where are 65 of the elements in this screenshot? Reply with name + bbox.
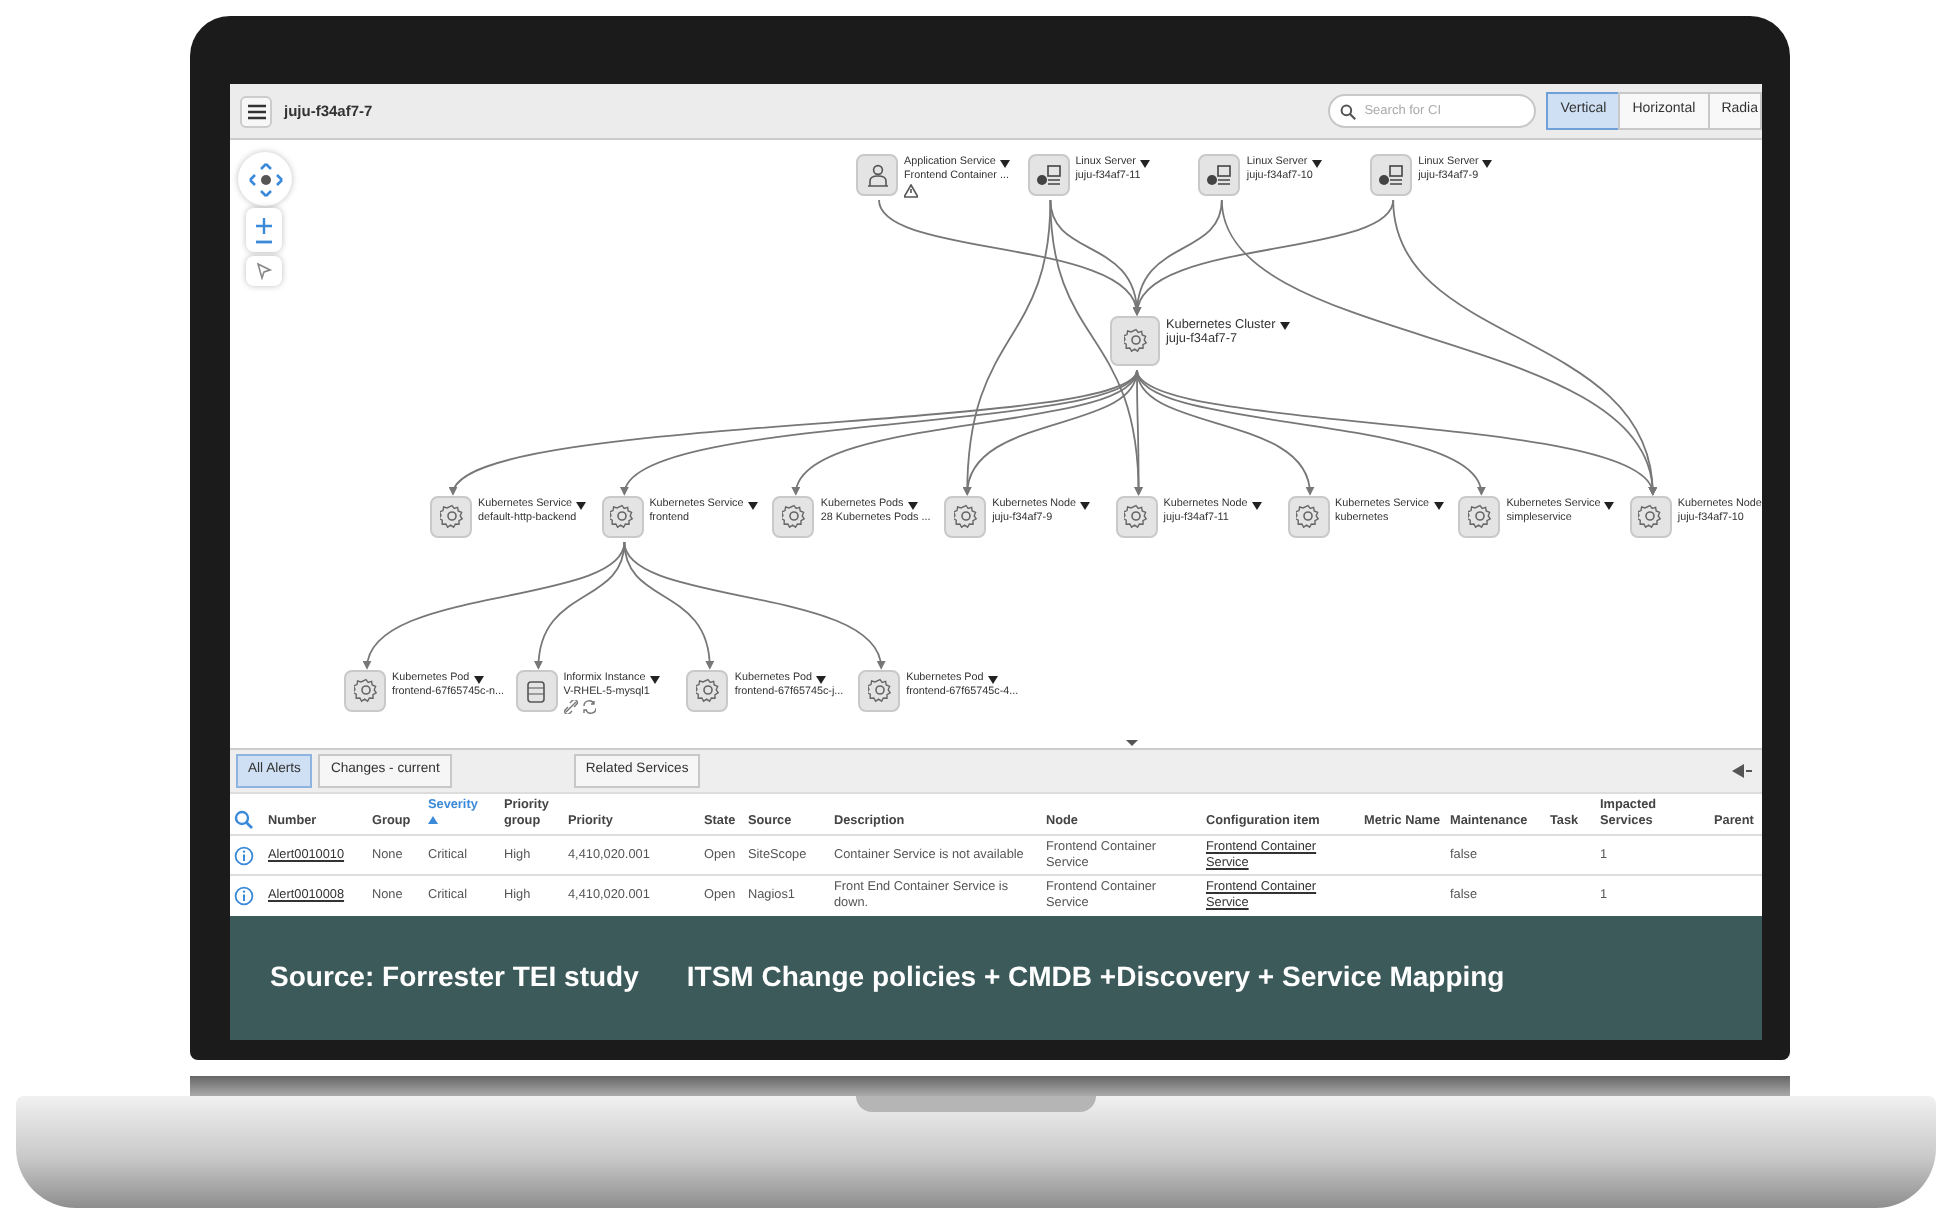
server-tile[interactable] (1027, 154, 1070, 196)
caret-icon (907, 501, 918, 509)
server-icon (1378, 163, 1405, 187)
select-tool-button[interactable] (246, 256, 282, 286)
caret-icon (999, 159, 1010, 167)
caret-icon (1279, 321, 1290, 329)
gear-tile[interactable] (1458, 496, 1501, 538)
gear-icon (867, 678, 892, 704)
menu-icon (247, 103, 265, 119)
gear-icon (1296, 504, 1320, 530)
caret-icon (1311, 159, 1322, 167)
caret-icon (1139, 159, 1150, 167)
caret-icon (1604, 501, 1615, 509)
caret-icon (747, 501, 758, 509)
gear-tile[interactable] (344, 670, 386, 712)
gear-tile[interactable] (858, 670, 901, 712)
gear-icon (1123, 328, 1147, 354)
info-icon (234, 845, 254, 865)
gear-icon (695, 678, 720, 704)
gear-tile[interactable] (1115, 496, 1158, 538)
pointer-icon (256, 262, 272, 280)
gear-icon (953, 504, 978, 530)
gear-tile[interactable] (1287, 496, 1329, 538)
caret-icon (576, 501, 587, 509)
server-tile[interactable] (1198, 154, 1241, 196)
caret-icon (987, 675, 998, 683)
caret-icon (473, 675, 484, 683)
menu-button[interactable] (240, 95, 272, 127)
collapse-handle-icon (1126, 740, 1138, 746)
caret-icon (1251, 501, 1262, 509)
gear-icon (781, 504, 806, 530)
caret-icon (649, 675, 660, 683)
gear-icon (1124, 504, 1149, 530)
collapse-arrow-icon (1732, 764, 1752, 778)
gear-tile[interactable] (430, 496, 472, 538)
info-icon (234, 885, 254, 906)
gear-tile[interactable] (601, 496, 644, 538)
gear-icon (610, 504, 635, 530)
gear-tile[interactable] (772, 496, 815, 538)
gear-tile[interactable] (944, 496, 987, 538)
pan-control[interactable] (238, 152, 292, 206)
gear-icon (439, 504, 463, 530)
gear-icon (353, 678, 377, 704)
zoom-control[interactable] (246, 208, 282, 252)
caption-text: ITSM Change policies + CMDB +Discovery + Service Mapping (686, 958, 1505, 997)
gear-tile[interactable] (1629, 496, 1672, 538)
caret-icon (1482, 159, 1493, 167)
server-icon (1035, 163, 1062, 187)
server-icon (1206, 163, 1233, 187)
caret-icon (1080, 501, 1091, 509)
sync-icon (581, 700, 596, 714)
caret-icon (816, 675, 827, 683)
gear-icon (1638, 504, 1663, 530)
database-tile[interactable] (515, 670, 558, 712)
person-icon (865, 163, 889, 187)
gear-icon (1467, 504, 1492, 530)
gear-tile[interactable] (686, 670, 729, 712)
caption-text: Source: Forrester TEI study (270, 958, 639, 997)
gear-tile[interactable] (1110, 316, 1160, 366)
caret-icon (1433, 501, 1444, 509)
database-icon (526, 679, 547, 703)
server-tile[interactable] (1370, 154, 1413, 196)
zoom-in-icon (256, 217, 272, 233)
person-tile[interactable] (856, 154, 898, 196)
search-icon (234, 810, 254, 830)
